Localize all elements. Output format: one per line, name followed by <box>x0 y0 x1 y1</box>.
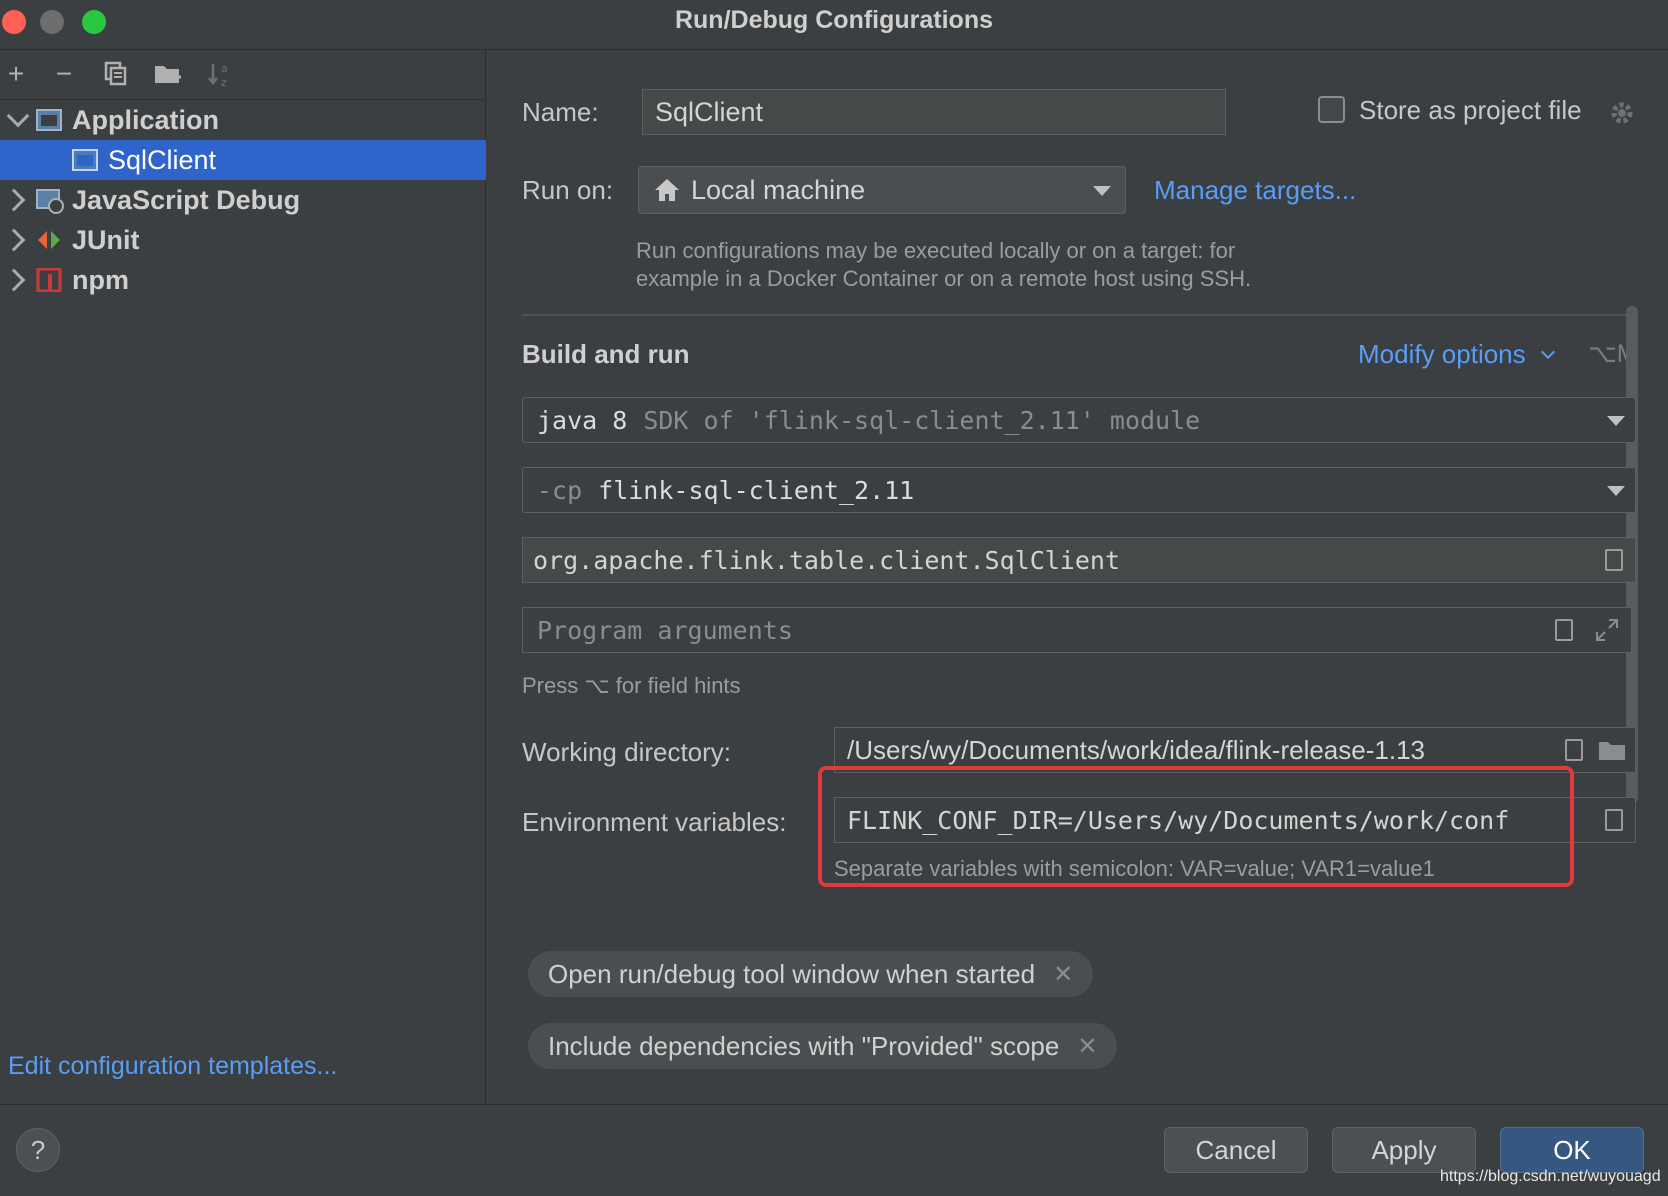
name-input[interactable]: SqlClient <box>642 89 1226 135</box>
highlight-annotation-box <box>818 766 1574 887</box>
close-icon[interactable]: ✕ <box>1077 1032 1097 1061</box>
chevron-down-icon <box>1607 416 1625 426</box>
home-icon <box>655 179 679 201</box>
cp-value: flink-sql-client_2.11 <box>598 475 915 505</box>
option-chip-open-tool-window[interactable]: Open run/debug tool window when started … <box>528 951 1094 997</box>
browse-icon[interactable] <box>1605 549 1623 571</box>
javascript-debug-icon <box>36 188 64 214</box>
chevron-right-icon <box>2 268 26 292</box>
chip-label: Open run/debug tool window when started <box>548 958 1036 989</box>
tree-item-application[interactable]: Application <box>0 100 486 140</box>
apply-button[interactable]: Apply <box>1332 1127 1476 1173</box>
name-value: SqlClient <box>655 96 764 127</box>
application-config-icon <box>72 148 98 172</box>
run-on-label: Run on: <box>522 175 614 205</box>
cancel-button[interactable]: Cancel <box>1164 1127 1308 1173</box>
application-config-icon <box>36 108 62 132</box>
gear-icon[interactable] <box>1608 99 1636 132</box>
sort-alpha-icon[interactable]: az <box>204 58 236 90</box>
svg-text:z: z <box>221 76 227 88</box>
jdk-detail: SDK of 'flink-sql-client_2.11' module <box>643 405 1201 435</box>
field-hints-text: Press ⌥ for field hints <box>522 673 741 698</box>
chevron-down-icon <box>1540 344 1555 360</box>
copy-icon[interactable] <box>100 58 132 90</box>
chevron-right-icon <box>2 228 26 252</box>
chip-label: Include dependencies with "Provided" sco… <box>548 1030 1060 1061</box>
insert-macro-icon[interactable] <box>1565 739 1583 761</box>
classpath-select[interactable]: -cp flink-sql-client_2.11 <box>522 467 1636 513</box>
main-class-value: org.apache.flink.table.client.SqlClient <box>533 545 1120 575</box>
tree-item-label: npm <box>72 264 129 295</box>
modify-options-link[interactable]: Modify options <box>1358 339 1555 370</box>
modify-options-label: Modify options <box>1358 339 1526 369</box>
close-icon[interactable]: ✕ <box>1053 960 1073 989</box>
insert-macro-icon[interactable] <box>1555 619 1573 641</box>
working-directory-label: Working directory: <box>522 737 732 767</box>
run-on-select[interactable]: Local machine <box>638 166 1126 214</box>
chevron-down-icon <box>1607 486 1625 496</box>
run-on-value: Local machine <box>691 174 866 205</box>
run-on-hint-line-1: Run configurations may be executed local… <box>636 238 1236 263</box>
chevron-down-icon <box>6 104 30 128</box>
working-directory-value: /Users/wy/Documents/work/idea/flink-rele… <box>847 734 1425 765</box>
tree-item-javascript-debug[interactable]: JavaScript Debug <box>0 180 486 220</box>
tree-item-label: SqlClient <box>108 144 217 175</box>
tree-item-label: JavaScript Debug <box>72 184 301 215</box>
store-as-project-file-label: Store as project file <box>1359 95 1582 125</box>
watermark: https://blog.csdn.net/wuyouagd <box>1440 1168 1661 1185</box>
window-title: Run/Debug Configurations <box>674 6 994 34</box>
tree-item-junit[interactable]: JUnit <box>0 220 486 260</box>
edit-env-vars-icon[interactable] <box>1605 809 1623 831</box>
section-divider <box>522 314 1632 316</box>
main-class-input[interactable]: org.apache.flink.table.client.SqlClient <box>522 537 1636 583</box>
tree-item-sqlclient[interactable]: SqlClient <box>0 140 486 180</box>
run-on-hint-line-2: example in a Docker Container or on a re… <box>636 266 1252 291</box>
program-arguments-placeholder: Program arguments <box>537 615 793 645</box>
chevron-right-icon <box>2 188 26 212</box>
cp-prefix: -cp <box>537 475 583 505</box>
expand-icon[interactable] <box>1593 616 1621 650</box>
edit-configuration-templates-link[interactable]: Edit configuration templates... <box>8 1052 337 1081</box>
tree-item-label: JUnit <box>72 224 140 255</box>
plus-icon[interactable]: + <box>0 58 32 90</box>
jdk-main: java 8 <box>537 405 628 435</box>
svg-text:a: a <box>221 62 228 75</box>
environment-variables-label: Environment variables: <box>522 807 787 837</box>
manage-targets-link[interactable]: Manage targets... <box>1154 175 1356 206</box>
junit-icon <box>36 228 62 252</box>
section-title: Build and run <box>522 339 690 369</box>
chevron-down-icon <box>1093 186 1111 196</box>
name-label: Name: <box>522 97 599 127</box>
program-arguments-input[interactable]: Program arguments <box>522 607 1632 653</box>
minus-icon[interactable]: − <box>48 58 80 90</box>
new-folder-icon[interactable] <box>152 58 184 90</box>
help-button[interactable]: ? <box>16 1128 60 1172</box>
ok-button[interactable]: OK <box>1500 1127 1644 1173</box>
store-as-project-file-checkbox[interactable] <box>1318 96 1345 123</box>
npm-icon <box>36 267 62 293</box>
tree-item-label: Application <box>72 104 219 135</box>
jdk-select[interactable]: java 8 SDK of 'flink-sql-client_2.11' mo… <box>522 397 1636 443</box>
folder-icon[interactable] <box>1597 738 1627 769</box>
tree-item-npm[interactable]: npm <box>0 260 486 300</box>
option-chip-provided-scope[interactable]: Include dependencies with "Provided" sco… <box>528 1023 1118 1069</box>
